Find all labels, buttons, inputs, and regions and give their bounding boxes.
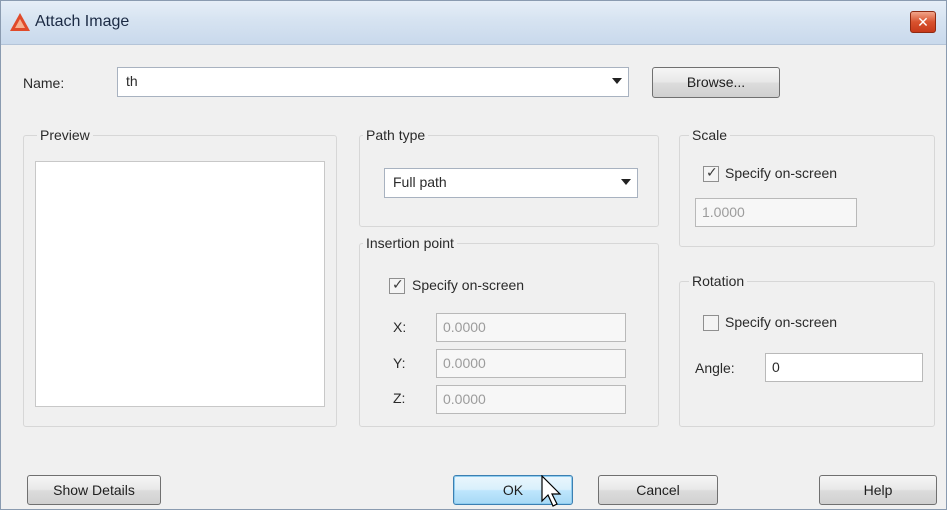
name-combobox[interactable]: th: [117, 67, 629, 97]
help-button[interactable]: Help: [819, 475, 937, 505]
chevron-down-icon[interactable]: [621, 179, 631, 185]
rotation-title: Rotation: [689, 273, 748, 289]
attach-image-dialog: Attach Image ✕ Name: th Browse... Previe…: [0, 0, 947, 510]
rotation-specify-checkbox[interactable]: [703, 315, 719, 331]
path-type-select[interactable]: Full path: [384, 168, 638, 198]
insertion-y-field[interactable]: 0.0000: [436, 349, 626, 378]
title-bar[interactable]: Attach Image ✕: [1, 1, 946, 45]
preview-title: Preview: [37, 127, 93, 143]
angle-field[interactable]: 0: [765, 353, 923, 382]
insertion-x-value: 0.0000: [443, 319, 486, 335]
rotation-specify-label[interactable]: Specify on-screen: [725, 314, 837, 330]
scale-value: 1.0000: [702, 204, 745, 220]
insertion-z-value: 0.0000: [443, 391, 486, 407]
insertion-specify-checkbox[interactable]: [389, 276, 405, 294]
insertion-x-field[interactable]: 0.0000: [436, 313, 626, 342]
insertion-y-label: Y:: [393, 355, 406, 371]
path-type-value: Full path: [393, 174, 447, 190]
insertion-point-title: Insertion point: [363, 235, 457, 251]
insertion-z-label: Z:: [393, 390, 406, 406]
show-details-label: Show Details: [53, 482, 135, 498]
insertion-x-label: X:: [393, 319, 407, 335]
show-details-button[interactable]: Show Details: [27, 475, 161, 505]
autocad-logo-icon: [10, 13, 30, 31]
path-type-title: Path type: [363, 127, 429, 143]
angle-label: Angle:: [695, 360, 735, 376]
name-value: th: [126, 73, 138, 89]
angle-value: 0: [772, 359, 780, 375]
cancel-button[interactable]: Cancel: [598, 475, 718, 505]
chevron-down-icon[interactable]: [612, 78, 622, 84]
insertion-specify-label[interactable]: Specify on-screen: [412, 277, 524, 293]
scale-title: Scale: [689, 127, 731, 143]
insertion-y-value: 0.0000: [443, 355, 486, 371]
dialog-title: Attach Image: [35, 13, 130, 30]
help-label: Help: [863, 482, 893, 498]
name-label: Name:: [23, 75, 65, 91]
preview-image: [35, 161, 325, 407]
close-icon: ✕: [917, 14, 929, 30]
scale-field[interactable]: 1.0000: [695, 198, 857, 227]
browse-button[interactable]: Browse...: [652, 67, 780, 98]
scale-group: [679, 135, 935, 247]
insertion-z-field[interactable]: 0.0000: [436, 385, 626, 414]
browse-button-label: Browse...: [686, 74, 746, 90]
cancel-label: Cancel: [636, 482, 680, 498]
close-button[interactable]: ✕: [910, 11, 936, 33]
scale-specify-checkbox[interactable]: [703, 164, 719, 182]
scale-specify-label[interactable]: Specify on-screen: [725, 165, 837, 181]
mouse-cursor-icon: [541, 475, 562, 507]
